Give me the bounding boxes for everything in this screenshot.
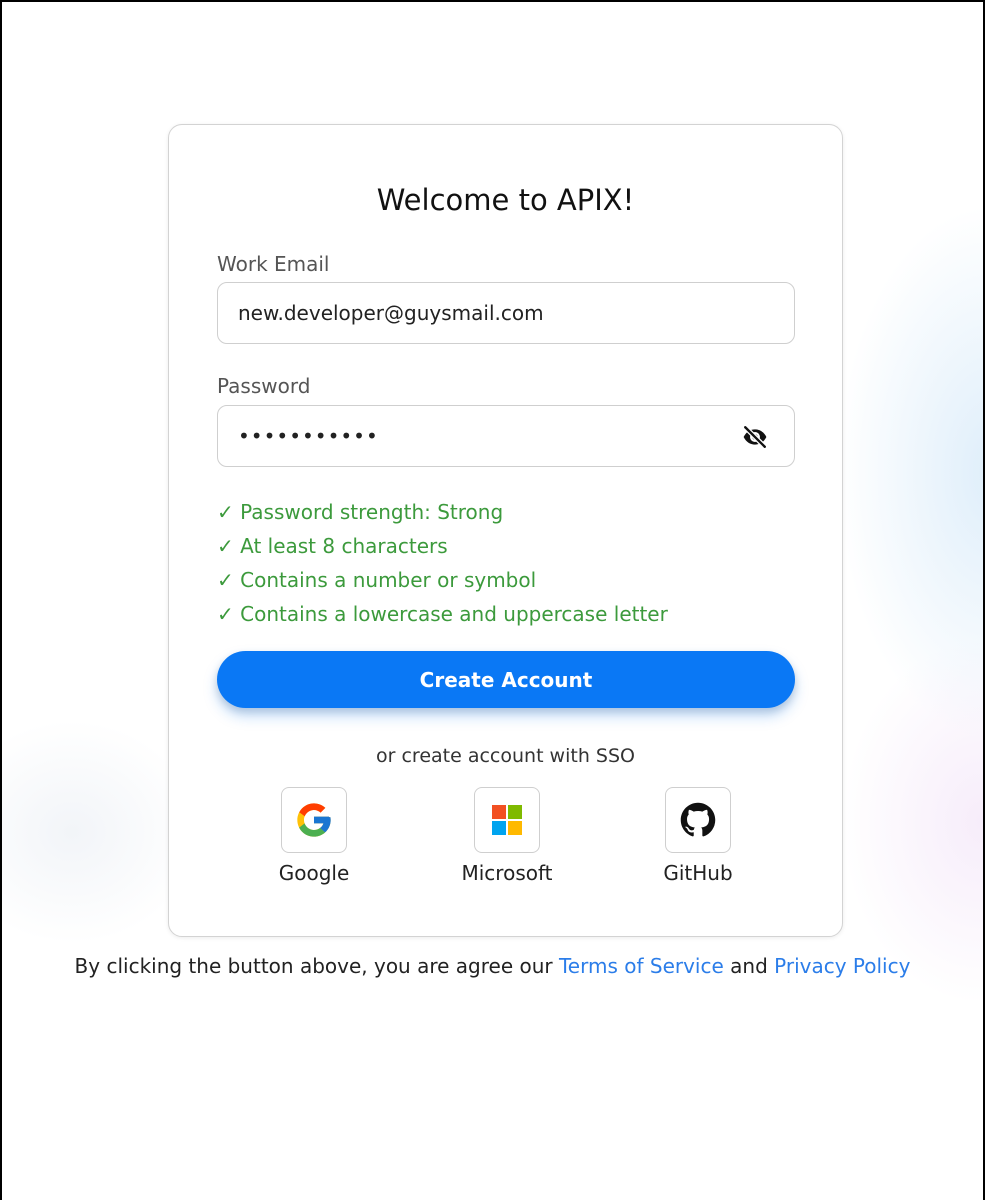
requirement-number-symbol: ✓ Contains a number or symbol bbox=[217, 568, 537, 592]
sso-microsoft[interactable]: Microsoft bbox=[437, 787, 577, 885]
github-icon bbox=[680, 802, 716, 837]
legal-prefix: By clicking the button above, you are ag… bbox=[74, 954, 559, 978]
legal-middle: and bbox=[723, 954, 775, 978]
page-title: Welcome to APIX! bbox=[376, 183, 635, 217]
requirement-case: ✓ Contains a lowercase and uppercase let… bbox=[217, 602, 668, 626]
microsoft-button[interactable] bbox=[474, 787, 540, 853]
microsoft-label: Microsoft bbox=[461, 861, 553, 885]
sso-github[interactable]: GitHub bbox=[628, 787, 768, 885]
requirement-strength: ✓ Password strength: Strong bbox=[217, 500, 504, 524]
google-label: Google bbox=[278, 861, 350, 885]
google-icon bbox=[297, 803, 331, 837]
signup-card: Welcome to APIX! Work Email Password ✓ P… bbox=[168, 124, 843, 937]
google-button[interactable] bbox=[281, 787, 347, 853]
password-input[interactable] bbox=[238, 406, 738, 466]
eye-off-icon[interactable] bbox=[742, 424, 768, 450]
privacy-policy-link[interactable]: Privacy Policy bbox=[774, 954, 910, 978]
password-field-box bbox=[217, 405, 795, 467]
github-label: GitHub bbox=[663, 861, 733, 885]
email-label: Work Email bbox=[217, 252, 330, 276]
email-input[interactable] bbox=[238, 283, 738, 343]
email-field-box bbox=[217, 282, 795, 344]
microsoft-icon bbox=[492, 805, 522, 835]
requirement-length: ✓ At least 8 characters bbox=[217, 534, 448, 558]
page-frame: Welcome to APIX! Work Email Password ✓ P… bbox=[0, 0, 985, 1200]
sso-prompt: or create account with SSO bbox=[376, 745, 635, 767]
password-requirements: ✓ Password strength: Strong ✓ At least 8… bbox=[217, 495, 668, 631]
terms-of-service-link[interactable]: Terms of Service bbox=[559, 954, 724, 978]
sso-google[interactable]: Google bbox=[244, 787, 384, 885]
password-label: Password bbox=[217, 374, 311, 398]
github-button[interactable] bbox=[665, 787, 731, 853]
legal-notice: By clicking the button above, you are ag… bbox=[2, 954, 983, 978]
create-account-button[interactable]: Create Account bbox=[217, 651, 795, 708]
